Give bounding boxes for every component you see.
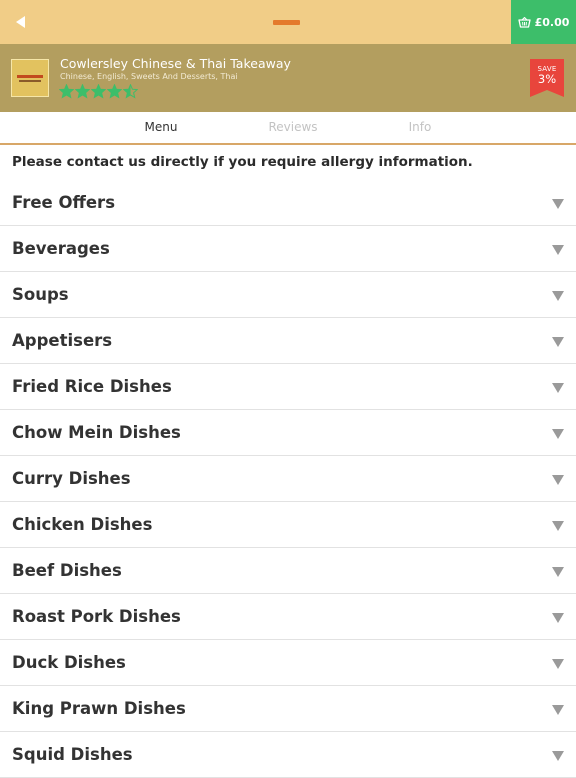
menu-category-label: Free Offers (12, 180, 115, 225)
chevron-down-icon (552, 521, 564, 531)
chevron-down-icon (552, 429, 564, 439)
menu-category-row[interactable]: Chicken Dishes (0, 502, 576, 548)
chevron-down-icon (552, 199, 564, 209)
rating-stars (59, 84, 138, 100)
menu-category-label: Curry Dishes (12, 456, 131, 501)
chevron-down-icon (552, 383, 564, 393)
menu-category-label: Beef Dishes (12, 548, 122, 593)
basket-icon (518, 17, 531, 28)
star-full-icon (75, 84, 90, 99)
restaurant-header: Cowlersley Chinese & Thai Takeaway Chine… (0, 44, 576, 112)
tab-info[interactable]: Info (371, 112, 469, 143)
menu-category-row[interactable]: Soups (0, 272, 576, 318)
menu-category-label: Chow Mein Dishes (12, 410, 181, 455)
star-full-icon (59, 84, 74, 99)
star-full-icon (91, 84, 106, 99)
chevron-down-icon (552, 475, 564, 485)
allergy-notice: Please contact us directly if you requir… (12, 154, 568, 170)
menu-category-row[interactable]: King Prawn Dishes (0, 686, 576, 732)
menu-category-label: Fried Rice Dishes (12, 364, 172, 409)
star-full-icon (107, 84, 122, 99)
tab-bar: Menu Reviews Info (0, 112, 576, 145)
chevron-down-icon (552, 751, 564, 761)
back-button[interactable] (0, 0, 40, 44)
chevron-down-icon (552, 613, 564, 623)
back-arrow-icon (16, 16, 25, 28)
menu-category-label: Chicken Dishes (12, 502, 152, 547)
tab-menu[interactable]: Menu (112, 112, 210, 143)
menu-category-label: Appetisers (12, 318, 112, 363)
menu-category-row[interactable]: Duck Dishes (0, 640, 576, 686)
save-badge: SAVE 3% (530, 59, 564, 97)
menu-category-row[interactable]: Curry Dishes (0, 456, 576, 502)
menu-category-label: Roast Pork Dishes (12, 594, 181, 639)
menu-category-label: Beverages (12, 226, 110, 271)
chevron-down-icon (552, 659, 564, 669)
basket-total: £0.00 (535, 16, 570, 29)
chevron-down-icon (552, 337, 564, 347)
menu-category-row[interactable]: Squid Dishes (0, 732, 576, 778)
menu-category-label: Squid Dishes (12, 732, 133, 777)
restaurant-name: Cowlersley Chinese & Thai Takeaway (60, 56, 291, 71)
menu-category-row[interactable]: Appetisers (0, 318, 576, 364)
app-logo (273, 20, 300, 25)
restaurant-cuisines: Chinese, English, Sweets And Desserts, T… (60, 72, 238, 81)
top-bar: £0.00 (0, 0, 576, 44)
menu-category-label: Duck Dishes (12, 640, 126, 685)
chevron-down-icon (552, 567, 564, 577)
chevron-down-icon (552, 291, 564, 301)
menu-category-list: Free OffersBeveragesSoupsAppetisersFried… (0, 180, 576, 778)
menu-category-row[interactable]: Roast Pork Dishes (0, 594, 576, 640)
restaurant-logo (11, 59, 49, 97)
menu-category-row[interactable]: Fried Rice Dishes (0, 364, 576, 410)
tab-reviews[interactable]: Reviews (244, 112, 342, 143)
menu-category-row[interactable]: Chow Mein Dishes (0, 410, 576, 456)
menu-category-label: Soups (12, 272, 69, 317)
menu-category-row[interactable]: Free Offers (0, 180, 576, 226)
menu-category-label: King Prawn Dishes (12, 686, 186, 731)
basket-button[interactable]: £0.00 (511, 0, 576, 44)
menu-category-row[interactable]: Beef Dishes (0, 548, 576, 594)
chevron-down-icon (552, 705, 564, 715)
chevron-down-icon (552, 245, 564, 255)
menu-category-row[interactable]: Beverages (0, 226, 576, 272)
star-half-icon (123, 84, 138, 99)
save-percent: 3% (530, 72, 564, 86)
